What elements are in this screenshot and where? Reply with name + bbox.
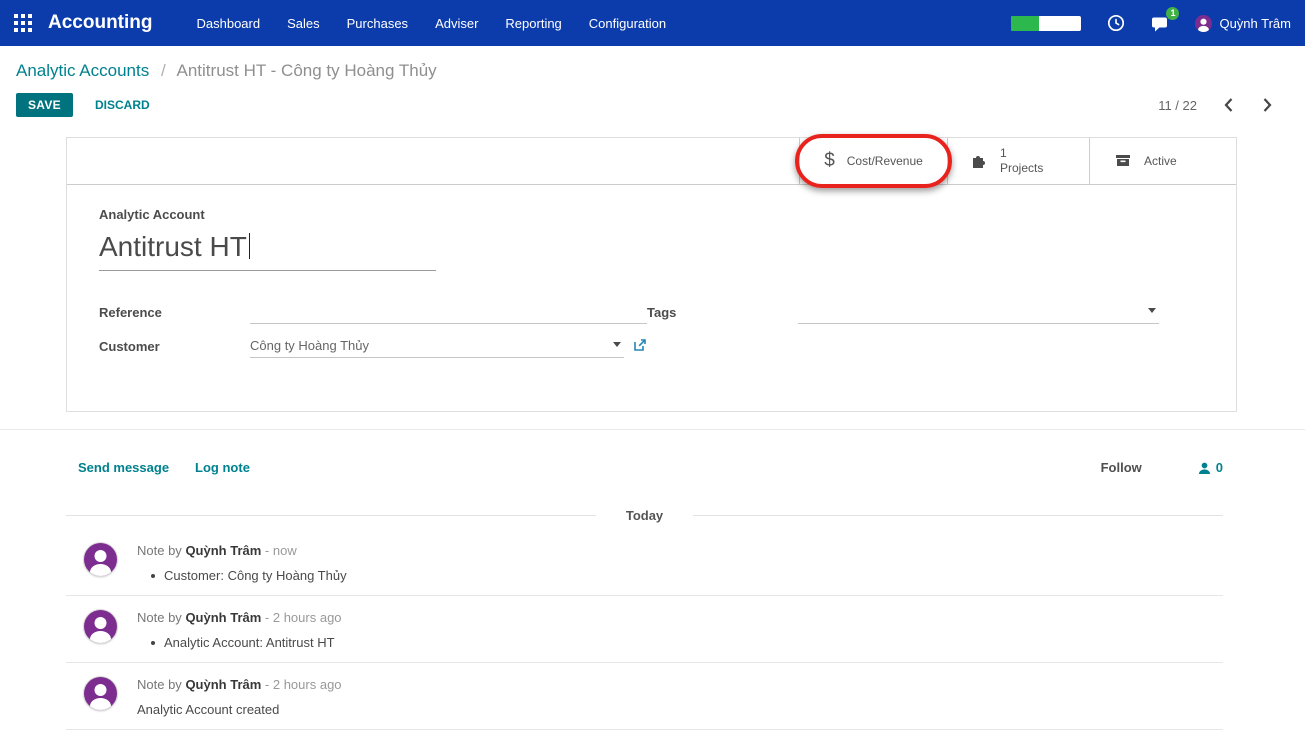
projects-button[interactable]: 1 Projects <box>947 138 1089 184</box>
cost-revenue-button[interactable]: $ Cost/Revenue <box>799 138 947 184</box>
analytic-account-value: Antitrust HT <box>99 231 247 262</box>
follower-person-icon <box>1198 461 1211 475</box>
message-time: - 2 hours ago <box>265 610 342 625</box>
active-button[interactable]: Active <box>1089 138 1236 184</box>
tags-input[interactable] <box>798 302 1159 324</box>
analytic-account-label: Analytic Account <box>99 207 1204 222</box>
message-body: Analytic Account: Antitrust HT <box>164 635 335 650</box>
tags-label: Tags <box>647 305 798 324</box>
analytic-account-input[interactable]: Antitrust HT <box>99 231 436 271</box>
apps-grid-icon[interactable] <box>14 14 32 32</box>
send-message-button[interactable]: Send message <box>78 460 169 475</box>
breadcrumb-current: Antitrust HT - Công ty Hoàng Thủy <box>177 61 437 80</box>
user-name: Quỳnh Trâm <box>1219 16 1291 31</box>
breadcrumb-parent-link[interactable]: Analytic Accounts <box>16 61 149 80</box>
log-note-button[interactable]: Log note <box>195 460 250 475</box>
breadcrumb-separator: / <box>161 61 166 80</box>
followers-count: 0 <box>1216 460 1223 475</box>
list-item: Note by Quỳnh Trâm - 2 hours ago Analyti… <box>66 596 1223 663</box>
planner-progress-gauge[interactable] <box>1011 16 1081 31</box>
nav-item-reporting[interactable]: Reporting <box>505 16 561 31</box>
main-menu: Dashboard Sales Purchases Adviser Report… <box>197 16 667 31</box>
archive-icon <box>1114 151 1132 172</box>
app-title: Accounting <box>48 12 153 34</box>
message-body: Analytic Account created <box>137 702 279 717</box>
planner-progress-fill <box>1011 16 1039 31</box>
message-body: Customer: Công ty Hoàng Thủy <box>164 568 347 583</box>
user-menu[interactable]: Quỳnh Trâm <box>1195 15 1291 32</box>
message-list: Note by Quỳnh Trâm - now Customer: Công … <box>66 529 1223 730</box>
user-avatar <box>1195 15 1212 32</box>
active-label: Active <box>1144 154 1177 168</box>
messages-icon[interactable]: 1 <box>1151 15 1169 32</box>
chevron-down-icon[interactable] <box>613 342 621 347</box>
pager-prev-button[interactable] <box>1221 95 1236 115</box>
control-panel: SAVE DISCARD 11 / 22 <box>0 91 1305 117</box>
save-button[interactable]: SAVE <box>16 93 73 117</box>
customer-label: Customer <box>99 339 250 358</box>
message-author: Quỳnh Trâm <box>185 610 261 625</box>
avatar <box>84 677 117 710</box>
reference-label: Reference <box>99 305 250 324</box>
message-time: - now <box>265 543 297 558</box>
nav-item-sales[interactable]: Sales <box>287 16 320 31</box>
nav-item-adviser[interactable]: Adviser <box>435 16 478 31</box>
discard-button[interactable]: DISCARD <box>95 98 150 112</box>
form-body: Analytic Account Antitrust HT Reference … <box>67 185 1236 411</box>
date-group-divider: Today <box>66 508 1223 523</box>
statusbar: $ Cost/Revenue 1 Projects Active <box>67 138 1236 185</box>
message-author: Quỳnh Trâm <box>185 677 261 692</box>
pager-text: 11 / 22 <box>1158 98 1197 113</box>
chevron-down-icon[interactable] <box>1148 308 1156 313</box>
nav-item-purchases[interactable]: Purchases <box>347 16 408 31</box>
customer-value: Công ty Hoàng Thủy <box>250 338 607 353</box>
reference-input[interactable] <box>250 302 647 324</box>
customer-input[interactable]: Công ty Hoàng Thủy <box>250 336 624 358</box>
list-item: Note by Quỳnh Trâm - now Customer: Công … <box>66 529 1223 596</box>
followers-button[interactable]: 0 <box>1198 460 1223 475</box>
bullet-icon <box>151 641 155 645</box>
text-cursor <box>249 233 250 259</box>
nav-item-configuration[interactable]: Configuration <box>589 16 666 31</box>
pager-next-button[interactable] <box>1260 95 1275 115</box>
message-author: Quỳnh Trâm <box>185 543 261 558</box>
dollar-icon: $ <box>824 150 835 172</box>
chatter: Send message Log note Follow 0 Today Not… <box>66 430 1223 730</box>
messages-badge: 1 <box>1166 7 1179 20</box>
follow-button[interactable]: Follow <box>1101 460 1142 475</box>
external-link-icon[interactable] <box>633 338 647 353</box>
message-time: - 2 hours ago <box>265 677 342 692</box>
projects-count: 1 <box>1000 146 1043 161</box>
top-navbar: Accounting Dashboard Sales Purchases Adv… <box>0 0 1305 46</box>
date-group-label: Today <box>626 508 663 523</box>
breadcrumb: Analytic Accounts / Antitrust HT - Công … <box>0 46 1305 91</box>
form-sheet: $ Cost/Revenue 1 Projects Active Analy <box>66 137 1237 412</box>
clock-icon[interactable] <box>1107 14 1125 32</box>
avatar <box>84 610 117 643</box>
list-item: Note by Quỳnh Trâm - 2 hours ago Analyti… <box>66 663 1223 730</box>
puzzle-icon <box>970 151 988 172</box>
cost-revenue-label: Cost/Revenue <box>847 154 923 168</box>
nav-item-dashboard[interactable]: Dashboard <box>197 16 261 31</box>
avatar <box>84 543 117 576</box>
bullet-icon <box>151 574 155 578</box>
projects-label: Projects <box>1000 161 1043 176</box>
pager: 11 / 22 <box>1158 95 1275 115</box>
